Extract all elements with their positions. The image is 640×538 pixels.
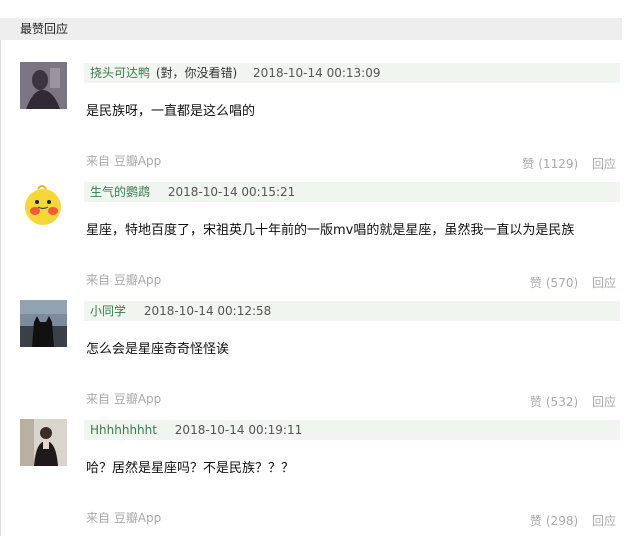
comment-actions: 赞 (532) 回应 bbox=[530, 393, 616, 410]
reply-button[interactable]: 回应 bbox=[592, 514, 616, 528]
like-count: (298) bbox=[545, 514, 579, 528]
source-label: 来自 豆瓣App bbox=[86, 392, 162, 406]
source-label: 来自 豆瓣App bbox=[86, 154, 162, 168]
section-title: 最赞回应 bbox=[20, 22, 69, 36]
username-link[interactable]: 挠头可达鸭 bbox=[90, 66, 150, 80]
like-label: 赞 bbox=[529, 276, 542, 290]
black-cat-avatar[interactable] bbox=[20, 300, 67, 347]
timestamp: 2018-10-14 00:19:11 bbox=[174, 423, 303, 437]
comment-item: 小同学 2018-10-14 00:12:58 怎么会是星座奇奇怪怪诶 来自 豆… bbox=[20, 300, 620, 419]
like-button[interactable]: 赞 (298) bbox=[530, 514, 578, 528]
dark-figure-avatar[interactable] bbox=[20, 62, 67, 109]
like-label: 赞 bbox=[529, 514, 542, 528]
like-label: 赞 bbox=[529, 395, 542, 409]
person-photo-avatar[interactable] bbox=[20, 419, 67, 466]
comment-meta: 挠头可达鸭 (對，你没看错) 2018-10-14 00:13:09 bbox=[84, 63, 620, 83]
comment-text: 怎么会是星座奇奇怪怪诶 bbox=[86, 342, 230, 357]
comment-text: 是民族呀，一直都是这么唱的 bbox=[86, 104, 256, 119]
comment-actions: 赞 (570) 回应 bbox=[530, 274, 616, 291]
timestamp: 2018-10-14 00:15:21 bbox=[167, 185, 296, 199]
user-note: (對，你没看错) bbox=[155, 66, 238, 80]
source-label: 来自 豆瓣App bbox=[86, 273, 162, 287]
comment-item: 挠头可达鸭 (對，你没看错) 2018-10-14 00:13:09 是民族呀，… bbox=[20, 62, 620, 181]
timestamp: 2018-10-14 00:13:09 bbox=[253, 66, 381, 80]
reply-button[interactable]: 回应 bbox=[592, 395, 616, 409]
comment-item: Hhhhhhhht 2018-10-14 00:19:11 哈？居然是星座吗？不… bbox=[20, 419, 620, 538]
like-button[interactable]: 赞 (1129) bbox=[522, 157, 578, 171]
like-count: (570) bbox=[545, 276, 579, 290]
like-count: (1129) bbox=[538, 157, 579, 171]
timestamp: 2018-10-14 00:12:58 bbox=[143, 304, 272, 318]
comment-meta: Hhhhhhhht 2018-10-14 00:19:11 bbox=[84, 420, 620, 440]
left-border bbox=[0, 40, 1, 536]
section-header: 最赞回应 bbox=[0, 18, 622, 40]
comment-meta: 生气的鹦鹉 2018-10-14 00:15:21 bbox=[84, 182, 620, 202]
comment-item: 生气的鹦鹉 2018-10-14 00:15:21 星座，特地百度了，宋祖英几十… bbox=[20, 181, 620, 300]
reply-button[interactable]: 回应 bbox=[592, 276, 616, 290]
comment-text: 哈？居然是星座吗？不是民族？？？ bbox=[86, 461, 295, 476]
comment-meta: 小同学 2018-10-14 00:12:58 bbox=[84, 301, 620, 321]
like-button[interactable]: 赞 (570) bbox=[530, 276, 578, 290]
username-link[interactable]: 小同学 bbox=[90, 304, 126, 318]
like-button[interactable]: 赞 (532) bbox=[530, 395, 578, 409]
like-label: 赞 bbox=[522, 157, 535, 171]
comment-actions: 赞 (298) 回应 bbox=[530, 512, 616, 529]
like-count: (532) bbox=[545, 395, 579, 409]
comment-actions: 赞 (1129) 回应 bbox=[522, 155, 616, 172]
username-link[interactable]: Hhhhhhhht bbox=[90, 423, 157, 437]
username-link[interactable]: 生气的鹦鹉 bbox=[90, 185, 150, 199]
yellow-bird-avatar[interactable] bbox=[20, 181, 67, 228]
reply-button[interactable]: 回应 bbox=[592, 157, 616, 171]
source-label: 来自 豆瓣App bbox=[86, 511, 162, 525]
comment-text: 星座，特地百度了，宋祖英几十年前的一版mv唱的就是星座，虽然我一直以为是民族 bbox=[86, 223, 575, 238]
